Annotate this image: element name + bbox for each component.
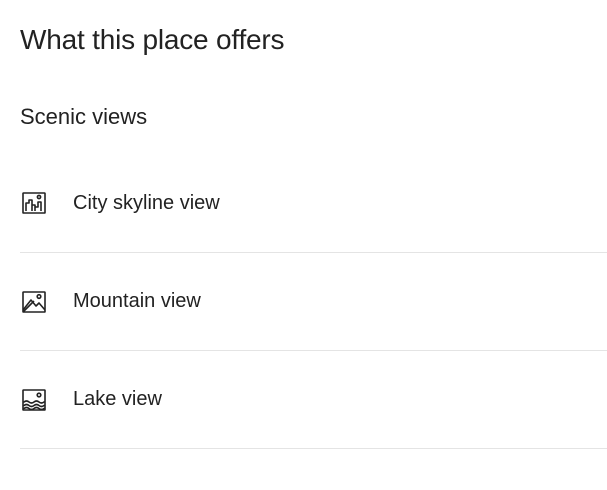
amenity-item-mountain: Mountain view (20, 253, 607, 351)
mountain-view-icon (20, 288, 48, 316)
amenity-item-lake: Lake view (20, 351, 607, 449)
amenity-label: Mountain view (73, 290, 201, 312)
section-title: Scenic views (20, 104, 148, 129)
page-title: What this place offers (20, 24, 285, 55)
amenity-list: City skyline view Mountain view Lake vie… (20, 154, 607, 449)
amenity-label: Lake view (73, 388, 162, 410)
lake-view-icon (20, 386, 48, 414)
amenity-label: City skyline view (73, 191, 220, 214)
amenity-item-city-skyline: City skyline view (20, 154, 607, 253)
city-skyline-icon (20, 189, 48, 217)
